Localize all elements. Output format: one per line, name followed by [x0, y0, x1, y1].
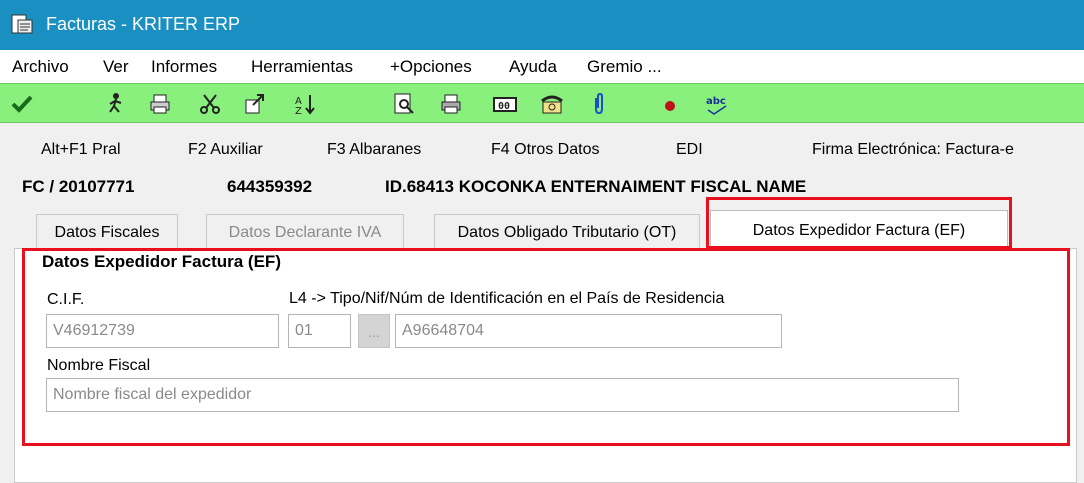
- fkey-otros-datos[interactable]: F4 Otros Datos: [491, 141, 599, 159]
- function-key-bar: Alt+F1 Pral F2 Auxiliar F3 Albaranes F4 …: [0, 132, 1084, 168]
- print-icon[interactable]: [437, 90, 465, 118]
- menu-archivo[interactable]: Archivo: [12, 57, 69, 77]
- title-bar: Facturas - KRITER ERP: [0, 0, 1084, 50]
- menu-herramientas[interactable]: Herramientas: [251, 57, 353, 77]
- menu-gremio[interactable]: Gremio ...: [587, 57, 662, 77]
- window-title: Facturas - KRITER ERP: [46, 14, 241, 34]
- tipo-field[interactable]: 01: [288, 314, 351, 348]
- nombre-fiscal-field[interactable]: Nombre fiscal del expedidor: [46, 378, 959, 412]
- svg-text:Z: Z: [295, 106, 302, 116]
- menu-informes[interactable]: Informes: [151, 57, 217, 77]
- paperclip-icon[interactable]: [585, 90, 613, 118]
- fkey-albaranes[interactable]: F3 Albaranes: [327, 141, 421, 159]
- group-title: Datos Expedidor Factura (EF): [40, 252, 283, 272]
- fkey-firma-electronica[interactable]: Firma Electrónica: Factura-e: [812, 141, 1014, 159]
- svg-text:abc: abc: [706, 96, 726, 107]
- fkey-pral[interactable]: Alt+F1 Pral: [41, 141, 121, 159]
- menu-ver[interactable]: Ver: [103, 57, 129, 77]
- tab-datos-fiscales[interactable]: Datos Fiscales: [36, 214, 178, 248]
- nombre-fiscal-label: Nombre Fiscal: [47, 357, 151, 374]
- run-icon[interactable]: [102, 90, 130, 118]
- identification-field[interactable]: A96648704: [395, 314, 782, 348]
- l4-label: L4 -> Tipo/Nif/Núm de Identificación en …: [289, 290, 725, 307]
- menu-ayuda[interactable]: Ayuda: [509, 57, 557, 77]
- phone-icon[interactable]: [538, 90, 566, 118]
- checkmark-icon[interactable]: [8, 90, 36, 118]
- lookup-button[interactable]: ...: [358, 314, 390, 348]
- menu-bar: Archivo Ver Informes Herramientas +Opcio…: [0, 50, 1084, 83]
- calculator-icon[interactable]: 00: [491, 90, 519, 118]
- sort-icon[interactable]: AZ: [292, 90, 320, 118]
- record-icon[interactable]: [656, 90, 684, 118]
- app-icon: [10, 12, 34, 36]
- preview-icon[interactable]: [390, 90, 418, 118]
- fkey-edi[interactable]: EDI: [676, 141, 703, 159]
- svg-text:00: 00: [498, 101, 510, 112]
- scissors-icon[interactable]: [196, 90, 224, 118]
- fkey-auxiliar[interactable]: F2 Auxiliar: [188, 141, 263, 159]
- printer-icon[interactable]: [146, 90, 174, 118]
- tab-datos-obligado-tributario[interactable]: Datos Obligado Tributario (OT): [434, 214, 700, 248]
- invoice-code: 644359392: [227, 177, 313, 196]
- toolbar: AZ 00 abc: [0, 83, 1084, 123]
- tab-highlight-box: [706, 197, 1012, 249]
- client-name: ID.68413 KOCONKA ENTERNAIMENT FISCAL NAM…: [385, 177, 807, 196]
- tab-datos-declarante-iva: Datos Declarante IVA: [206, 214, 404, 248]
- cif-label: C.I.F.: [47, 291, 85, 308]
- document-header: FC / 20107771 644359392 ID.68413 KOCONKA…: [0, 172, 1084, 200]
- cif-field[interactable]: V46912739: [46, 314, 279, 348]
- export-icon[interactable]: [241, 90, 269, 118]
- spellcheck-icon[interactable]: abc: [703, 90, 733, 118]
- invoice-number: FC / 20107771: [22, 177, 135, 196]
- menu-opciones[interactable]: +Opciones: [390, 57, 472, 77]
